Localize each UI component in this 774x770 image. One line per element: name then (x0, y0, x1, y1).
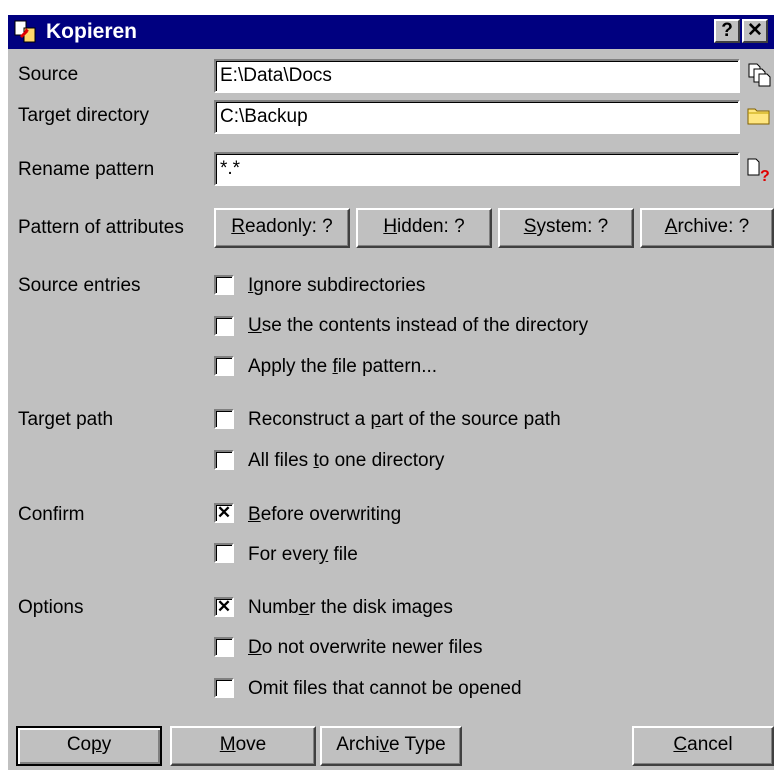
source-field[interactable]: E:\Data\Docs (214, 59, 740, 93)
target-directory-field[interactable]: C:\Backup (214, 100, 740, 134)
svg-text:?: ? (760, 168, 770, 182)
copy-files-icon (14, 20, 36, 43)
copy-button[interactable]: Copy (16, 726, 162, 766)
system-button[interactable]: System: ? (498, 208, 634, 248)
options-label: Options (18, 597, 84, 618)
rename-pattern-field[interactable]: *.* (214, 152, 740, 186)
close-button[interactable]: ✕ (742, 19, 768, 43)
before-overwriting-label[interactable]: Before overwriting (248, 503, 401, 527)
confirm-label: Confirm (18, 504, 85, 525)
omit-unopenable-checkbox[interactable] (214, 678, 234, 698)
number-disk-images-label[interactable]: Number the disk images (248, 596, 453, 620)
all-files-one-directory-label[interactable]: All files to one directory (248, 449, 444, 473)
attributes-label: Pattern of attributes (18, 217, 184, 238)
ignore-subdirectories-label[interactable]: Ignore subdirectories (248, 274, 425, 298)
copy-pages-icon[interactable] (746, 61, 772, 87)
target-directory-label: Target directory (18, 105, 149, 126)
target-path-label: Target path (18, 409, 114, 430)
ignore-subdirectories-checkbox[interactable] (214, 275, 234, 295)
window-title: Kopieren (46, 20, 138, 43)
rename-pattern-label: Rename pattern (18, 159, 155, 180)
archive-type-button[interactable]: Archive Type (320, 726, 462, 766)
no-overwrite-newer-label[interactable]: Do not overwrite newer files (248, 636, 482, 660)
all-files-one-directory-checkbox[interactable] (214, 450, 234, 470)
readonly-button[interactable]: Readonly: ? (214, 208, 350, 248)
archive-button[interactable]: Archive: ? (640, 208, 774, 248)
for-every-file-label[interactable]: For every file (248, 543, 358, 567)
title-bar: Kopieren ? ✕ (8, 15, 774, 49)
reconstruct-path-checkbox[interactable] (214, 409, 234, 429)
number-disk-images-checkbox[interactable]: ✕ (214, 597, 234, 617)
copy-dialog: Kopieren ? ✕ Source E:\Data\Docs Target … (8, 15, 774, 770)
page-question-icon[interactable]: ? (746, 156, 772, 182)
before-overwriting-checkbox[interactable]: ✕ (214, 503, 234, 523)
apply-file-pattern-checkbox[interactable] (214, 356, 234, 376)
move-button[interactable]: Move (170, 726, 316, 766)
use-contents-checkbox[interactable] (214, 316, 234, 336)
omit-unopenable-label[interactable]: Omit files that cannot be opened (248, 677, 522, 701)
folder-icon[interactable] (746, 102, 772, 128)
source-label: Source (18, 64, 79, 85)
source-entries-label: Source entries (18, 275, 141, 296)
help-button[interactable]: ? (714, 19, 740, 43)
hidden-button[interactable]: Hidden: ? (356, 208, 492, 248)
apply-file-pattern-label[interactable]: Apply the file pattern... (248, 355, 437, 379)
use-contents-label[interactable]: Use the contents instead of the director… (248, 314, 588, 338)
for-every-file-checkbox[interactable] (214, 543, 234, 563)
cancel-button[interactable]: Cancel (632, 726, 774, 766)
no-overwrite-newer-checkbox[interactable] (214, 637, 234, 657)
reconstruct-path-label[interactable]: Reconstruct a part of the source path (248, 408, 561, 432)
